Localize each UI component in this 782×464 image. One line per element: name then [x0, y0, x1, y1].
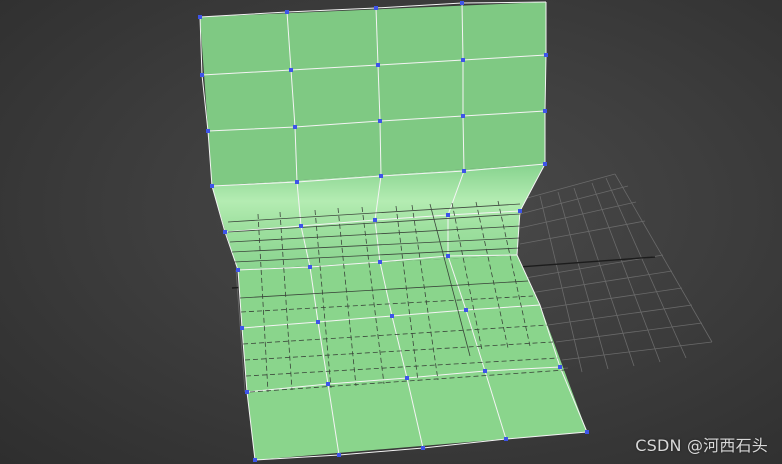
wall-surface[interactable] [200, 2, 546, 186]
watermark-text: CSDN @河西石头 [635, 436, 768, 455]
3d-viewport[interactable] [0, 0, 782, 464]
floor-surface[interactable] [238, 255, 587, 460]
